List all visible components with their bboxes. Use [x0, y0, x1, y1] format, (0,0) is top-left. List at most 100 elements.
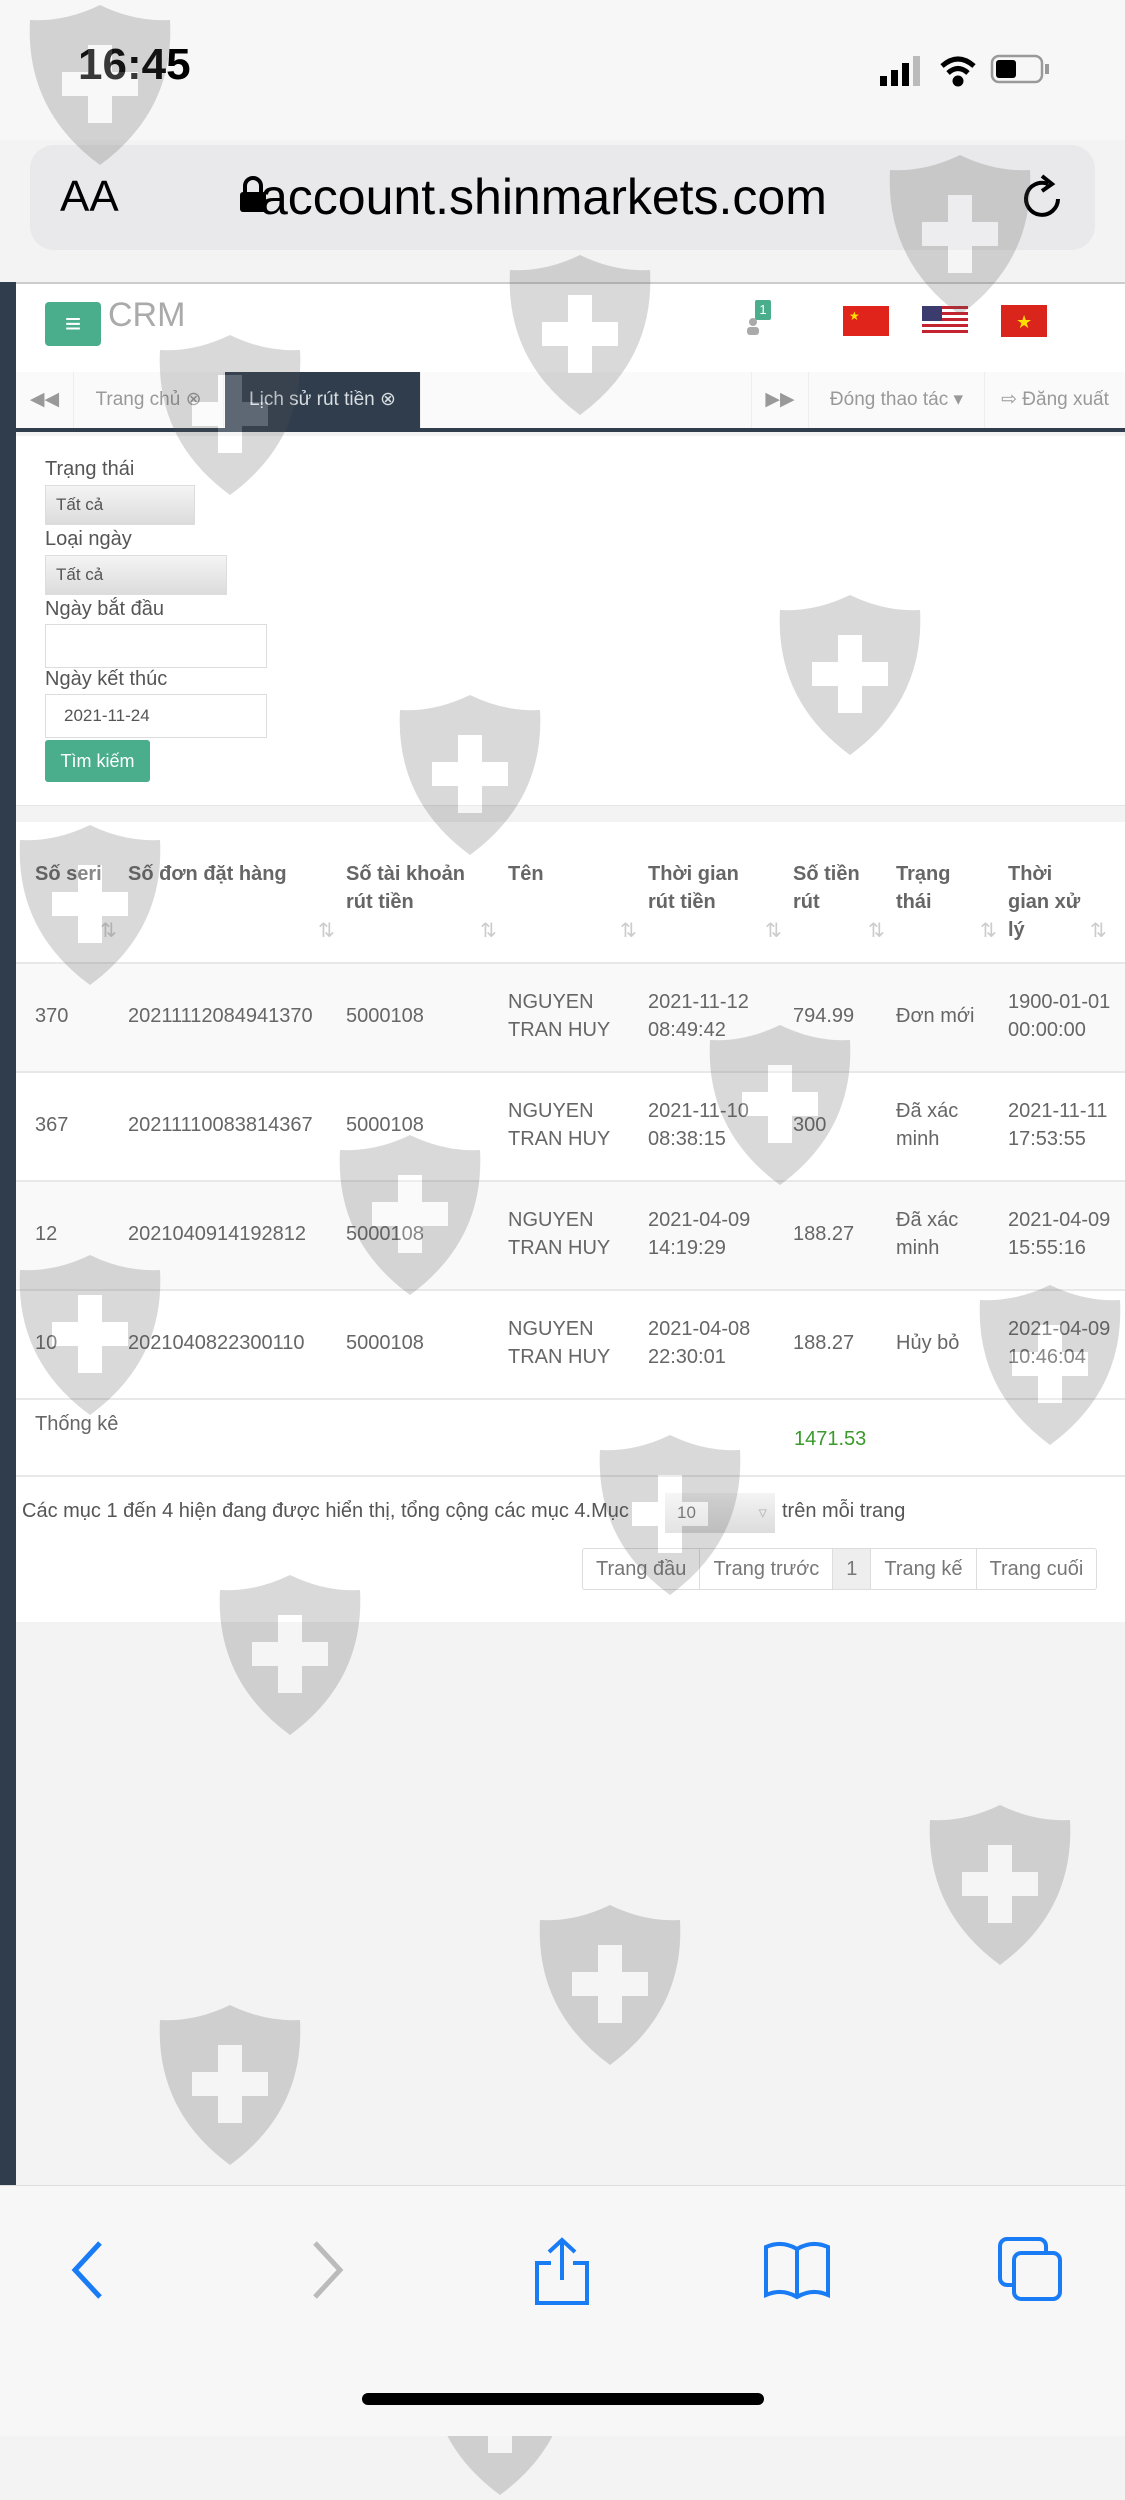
- end-date-input[interactable]: 2021-11-24: [45, 694, 267, 738]
- forward-icon[interactable]: [290, 2235, 360, 2305]
- table-cell: 2021-04-09 10:46:04: [1008, 1318, 1111, 1368]
- search-button[interactable]: Tìm kiếm: [45, 740, 150, 782]
- actions-dropdown[interactable]: Đóng thao tác ▾: [809, 372, 985, 428]
- last-page-button[interactable]: Trang cuối: [977, 1549, 1097, 1589]
- url-text[interactable]: account.shinmarkets.com: [260, 168, 827, 226]
- app-logo: CRM: [108, 296, 186, 334]
- column-header[interactable]: Thời gian rút tiền: [648, 860, 768, 916]
- user-notification[interactable]: 1: [745, 300, 775, 340]
- home-indicator: [362, 2393, 764, 2405]
- menu-toggle-button[interactable]: ≡: [45, 302, 101, 346]
- status-icons: [880, 54, 1049, 87]
- table-cell: Hủy bỏ: [896, 1332, 960, 1354]
- logout-button[interactable]: ⇨ Đăng xuất: [985, 372, 1125, 428]
- table-cell: Đã xác minh: [896, 1209, 959, 1259]
- logout-icon: ⇨: [1001, 389, 1017, 410]
- bookmarks-icon[interactable]: [762, 2235, 832, 2305]
- date-type-select-value: Tất cả: [56, 565, 104, 584]
- date-type-select[interactable]: Tất cả: [45, 555, 227, 595]
- status-bar: 16:45: [0, 0, 1125, 140]
- flag-vietnam-icon[interactable]: ★: [1001, 305, 1047, 337]
- tab-current-label: Lịch sử rút tiền: [249, 389, 375, 410]
- logout-label: Đăng xuất: [1022, 389, 1109, 410]
- sidebar-strip: [0, 282, 16, 2185]
- table-cell: 1900-01-01 00:00:00: [1008, 991, 1111, 1041]
- column-header[interactable]: Số đơn đặt hàng: [128, 860, 328, 888]
- table-cell: 20211112084941370: [128, 1005, 313, 1027]
- table-cell: 2021-11-12 08:49:42: [648, 991, 749, 1041]
- sort-icon[interactable]: ⇅: [318, 918, 335, 943]
- status-label: Trạng thái: [45, 458, 135, 480]
- column-header[interactable]: Số tài khoản rút tiền: [346, 860, 486, 916]
- close-icon[interactable]: ⊗: [186, 389, 202, 410]
- page-1-button[interactable]: 1: [833, 1549, 872, 1589]
- table-cell: NGUYEN TRAN HUY: [508, 1100, 611, 1150]
- summary-row: [16, 1398, 1125, 1477]
- table-cell: 188.27: [793, 1223, 855, 1245]
- table-cell: NGUYEN TRAN HUY: [508, 991, 611, 1041]
- sort-icon[interactable]: ⇅: [620, 918, 637, 943]
- clock: 16:45: [78, 40, 191, 89]
- table-cell: 5000108: [346, 1332, 424, 1354]
- table-cell: 2021-04-08 22:30:01: [648, 1318, 751, 1368]
- table-cell: Đơn mới: [896, 1005, 975, 1027]
- sort-icon[interactable]: ⇅: [100, 918, 117, 943]
- tabs-icon[interactable]: [996, 2235, 1066, 2305]
- start-date-input[interactable]: [45, 624, 267, 668]
- column-header[interactable]: Trạng thái: [896, 860, 986, 916]
- tab-home-label: Trang chủ: [95, 389, 181, 410]
- table-cell: 10: [35, 1332, 58, 1354]
- share-icon[interactable]: [527, 2235, 597, 2305]
- tab-home[interactable]: Trang chủ ⊗: [74, 372, 224, 428]
- text-size-button[interactable]: AA: [60, 172, 119, 222]
- table-cell: 5000108: [346, 1005, 424, 1027]
- column-header[interactable]: Số tiền rút: [793, 860, 863, 916]
- back-icon[interactable]: [55, 2235, 125, 2305]
- scroll-left-button[interactable]: ◀◀: [16, 372, 74, 428]
- sort-icon[interactable]: ⇅: [1090, 918, 1107, 943]
- sort-icon[interactable]: ⇅: [480, 918, 497, 943]
- per-page-suffix: trên mỗi trang: [782, 1500, 906, 1522]
- svg-text:★: ★: [849, 309, 860, 323]
- sort-icon[interactable]: ⇅: [868, 918, 885, 943]
- pagination: Trang đầu Trang trước 1 Trang kế Trang c…: [582, 1548, 1098, 1590]
- table-cell: 12: [35, 1223, 58, 1245]
- tab-withdrawal-history[interactable]: Lịch sử rút tiền ⊗: [225, 372, 421, 428]
- table-cell: Đã xác minh: [896, 1100, 959, 1150]
- table-cell: 2021-11-10 08:38:15: [648, 1100, 749, 1150]
- per-page-select[interactable]: 10 ▿: [665, 1493, 775, 1533]
- table-cell: 300: [793, 1114, 827, 1136]
- table-cell: 2021040822300110: [128, 1332, 305, 1354]
- column-header[interactable]: Tên: [508, 860, 628, 888]
- tab-bar: ◀◀ Trang chủ ⊗ Lịch sử rút tiền ⊗ ▶▶ Đón…: [16, 372, 1125, 432]
- sort-icon[interactable]: ⇅: [980, 918, 997, 943]
- wifi-icon: [940, 56, 976, 87]
- start-date-label: Ngày bắt đầu: [45, 598, 164, 620]
- table-cell: 794.99: [793, 1005, 855, 1027]
- column-header[interactable]: Số seri: [35, 860, 105, 888]
- first-page-button[interactable]: Trang đầu: [583, 1549, 701, 1589]
- flag-china-icon[interactable]: ★: [843, 306, 889, 336]
- status-select[interactable]: Tất cả: [45, 485, 195, 525]
- table-cell: 20211110083814367: [128, 1114, 313, 1136]
- table-info: Các mục 1 đến 4 hiện đang được hiển thị,…: [22, 1500, 629, 1522]
- date-type-label: Loại ngày: [45, 528, 132, 550]
- scroll-right-button[interactable]: ▶▶: [751, 372, 809, 428]
- table-cell: 2021-04-09 15:55:16: [1008, 1209, 1111, 1259]
- column-header[interactable]: Thời gian xử lý: [1008, 860, 1098, 944]
- table-cell: 2021-11-11 17:53:55: [1008, 1100, 1108, 1150]
- summary-label: Thống kê: [35, 1413, 119, 1435]
- sort-icon[interactable]: ⇅: [765, 918, 782, 943]
- flag-usa-icon[interactable]: [922, 306, 968, 336]
- close-icon[interactable]: ⊗: [380, 389, 396, 410]
- table-cell: 5000108: [346, 1223, 424, 1245]
- prev-page-button[interactable]: Trang trước: [700, 1549, 834, 1589]
- table-cell: 2021-04-09 14:19:29: [648, 1209, 751, 1259]
- table-cell: 2021040914192812: [128, 1223, 306, 1245]
- next-page-button[interactable]: Trang kế: [871, 1549, 977, 1589]
- reload-icon[interactable]: [1018, 173, 1068, 223]
- actions-label: Đóng thao tác: [829, 389, 949, 410]
- table-cell: NGUYEN TRAN HUY: [508, 1209, 611, 1259]
- table-cell: 367: [35, 1114, 69, 1136]
- table-cell: 5000108: [346, 1114, 424, 1136]
